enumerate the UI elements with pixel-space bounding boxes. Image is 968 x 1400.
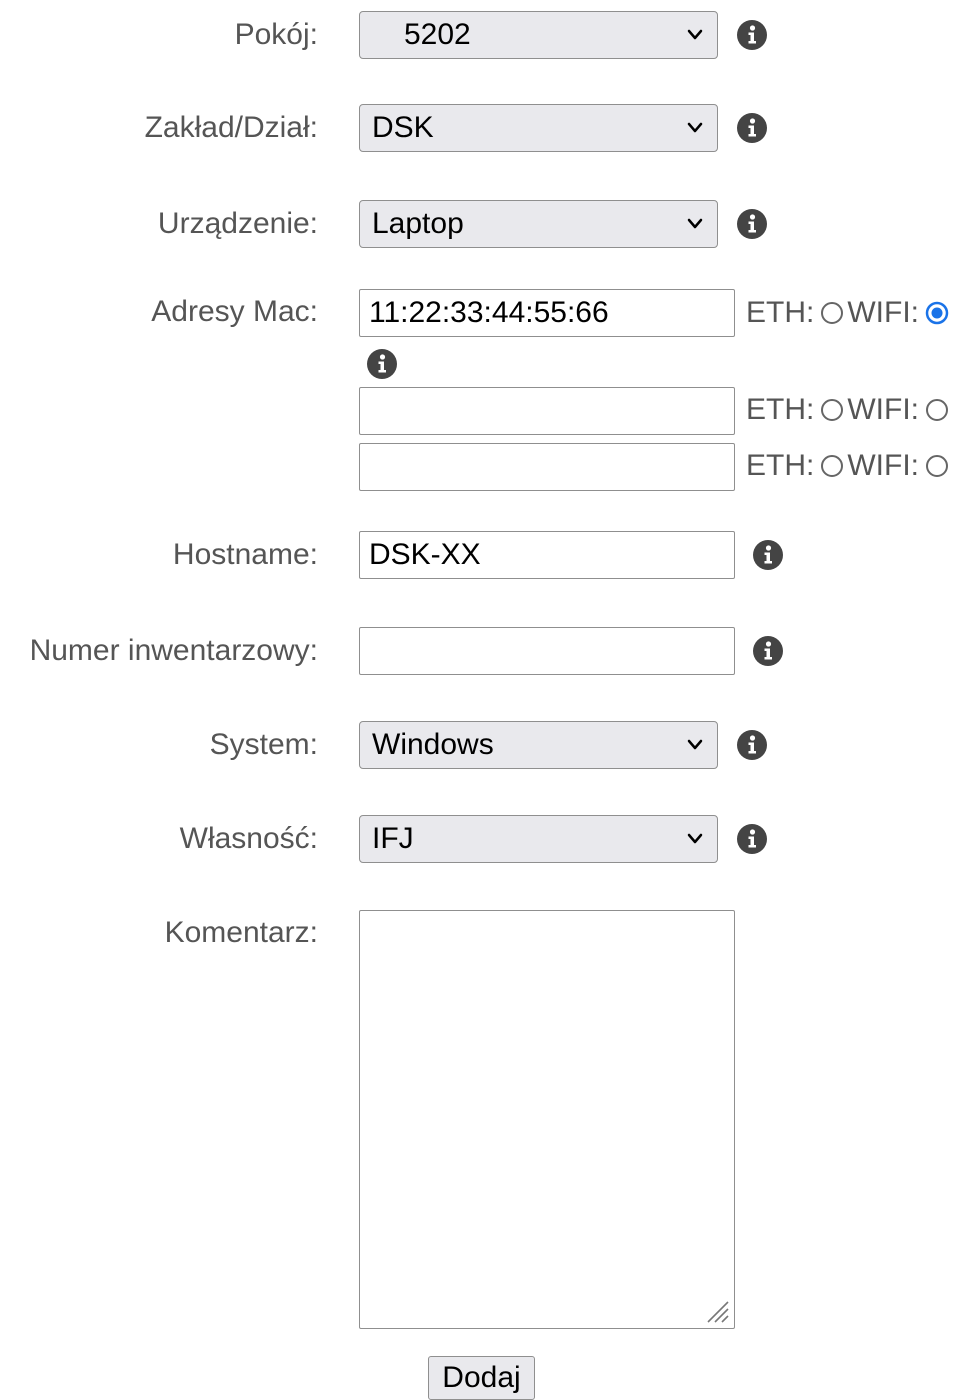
info-icon[interactable] <box>737 113 767 143</box>
chevron-down-icon <box>687 121 703 135</box>
ownership-select[interactable]: IFJ <box>359 815 718 863</box>
device-select-value: Laptop <box>372 207 464 240</box>
info-icon[interactable] <box>753 636 783 666</box>
mac-input-3[interactable] <box>359 443 735 491</box>
device-select[interactable]: Laptop <box>359 200 718 248</box>
ownership-select-value: IFJ <box>372 822 414 855</box>
department-select[interactable]: DSK <box>359 104 718 152</box>
eth-label: ETH: <box>746 393 815 426</box>
comment-textarea[interactable] <box>359 910 735 1329</box>
info-icon[interactable] <box>737 209 767 239</box>
room-select[interactable]: 5202 <box>359 11 718 59</box>
room-label: Pokój: <box>234 18 318 51</box>
add-button[interactable]: Dodaj <box>428 1356 535 1400</box>
wifi-radio-icon[interactable] <box>925 398 949 422</box>
mac-label: Adresy Mac: <box>151 295 318 328</box>
system-select-value: Windows <box>372 728 494 761</box>
wifi-radio-icon[interactable] <box>925 454 949 478</box>
wifi-label: WIFI: <box>847 449 919 482</box>
mac-input-1[interactable]: 11:22:33:44:55:66 <box>359 289 735 337</box>
mac-input-2[interactable] <box>359 387 735 435</box>
info-icon[interactable] <box>753 540 783 570</box>
eth-label: ETH: <box>746 449 815 482</box>
chevron-down-icon <box>687 217 703 231</box>
department-label: Zakład/Dział: <box>144 111 318 144</box>
chevron-down-icon <box>687 738 703 752</box>
wifi-radio-selected-icon[interactable] <box>925 301 949 325</box>
inventory-input[interactable] <box>359 627 735 675</box>
department-select-value: DSK <box>372 111 434 144</box>
wifi-label: WIFI: <box>847 393 919 426</box>
info-icon[interactable] <box>367 349 397 379</box>
eth-radio-icon[interactable] <box>820 454 844 478</box>
eth-label: ETH: <box>746 296 815 329</box>
info-icon[interactable] <box>737 824 767 854</box>
hostname-label: Hostname: <box>172 538 318 571</box>
mac-type-group-3: ETH: WIFI: <box>746 442 952 490</box>
chevron-down-icon <box>687 28 703 42</box>
mac-type-group-1: ETH: WIFI: <box>746 289 952 337</box>
device-label: Urządzenie: <box>157 207 318 240</box>
eth-radio-icon[interactable] <box>820 301 844 325</box>
chevron-down-icon <box>687 832 703 846</box>
wifi-label: WIFI: <box>847 296 919 329</box>
mac-type-group-2: ETH: WIFI: <box>746 386 952 434</box>
system-label: System: <box>209 728 318 761</box>
system-select[interactable]: Windows <box>359 721 718 769</box>
info-icon[interactable] <box>737 20 767 50</box>
hostname-input[interactable]: DSK-XX <box>359 531 735 579</box>
inventory-label: Numer inwentarzowy: <box>29 634 318 667</box>
eth-radio-icon[interactable] <box>820 398 844 422</box>
resize-handle-icon[interactable] <box>702 1296 730 1324</box>
ownership-label: Własność: <box>179 822 318 855</box>
room-select-value: 5202 <box>404 18 471 51</box>
comment-label: Komentarz: <box>164 916 318 949</box>
info-icon[interactable] <box>737 730 767 760</box>
